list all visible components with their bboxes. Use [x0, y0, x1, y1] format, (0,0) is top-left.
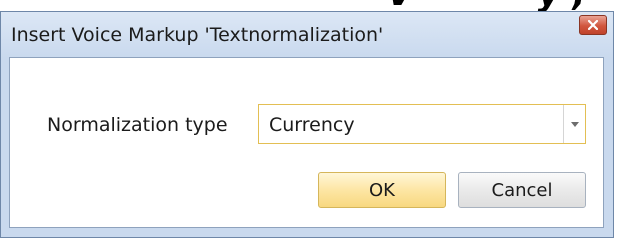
normalization-type-label: Normalization type	[47, 114, 228, 136]
chevron-down-icon	[570, 121, 579, 127]
normalization-type-select[interactable]: Currency	[258, 104, 586, 144]
dialog-title: Insert Voice Markup 'Textnormalization'	[11, 24, 384, 46]
dropdown-arrow-button[interactable]	[563, 105, 585, 143]
dialog-content: Normalization type Currency OK Cancel	[9, 57, 604, 228]
close-icon	[588, 20, 598, 30]
close-button[interactable]	[579, 15, 607, 35]
ok-button[interactable]: OK	[318, 172, 446, 208]
title-bar: Insert Voice Markup 'Textnormalization'	[1, 12, 613, 58]
dialog-window: Insert Voice Markup 'Textnormalization' …	[0, 11, 614, 238]
cancel-button[interactable]: Cancel	[458, 172, 586, 208]
select-value: Currency	[269, 114, 355, 136]
